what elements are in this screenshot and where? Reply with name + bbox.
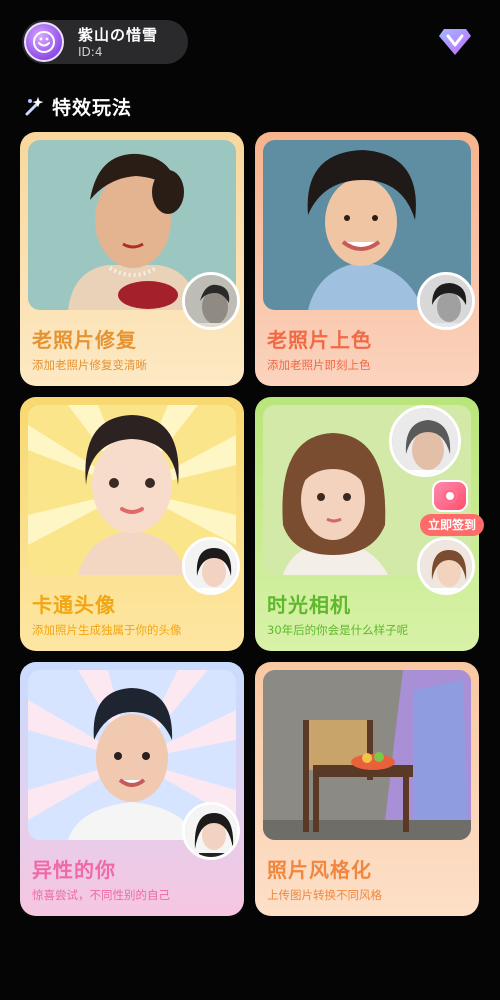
card-photo-stylize[interactable]: 照片风格化 上传图片转换不同风格 bbox=[255, 662, 479, 916]
checkin-label: 立即签到 bbox=[420, 514, 484, 536]
camera-icon bbox=[432, 480, 468, 512]
card-title: 老照片修复 bbox=[32, 328, 137, 352]
card-description: 添加老照片修复变清晰 bbox=[32, 358, 147, 372]
card-title: 照片风格化 bbox=[267, 858, 372, 882]
source-thumbnail bbox=[417, 537, 475, 595]
checkin-button[interactable]: 立即签到 bbox=[420, 480, 484, 540]
magic-wand-icon bbox=[25, 97, 44, 116]
user-profile-pill[interactable]: 紫山の惜雪 ID:4 bbox=[22, 20, 188, 64]
diamond-v-icon[interactable] bbox=[438, 25, 472, 57]
card-title: 时光相机 bbox=[267, 593, 351, 617]
aged-result-thumbnail bbox=[389, 405, 461, 477]
card-cartoon-avatar[interactable]: 卡通头像 添加照片生成独属于你的头像 bbox=[20, 397, 244, 651]
source-thumbnail bbox=[182, 802, 240, 860]
avatar[interactable] bbox=[24, 22, 64, 62]
card-description: 30年后的你会是什么样子呢 bbox=[267, 623, 409, 637]
card-opposite-gender[interactable]: 异性的你 惊喜尝试，不同性别的自己 bbox=[20, 662, 244, 916]
card-image bbox=[263, 670, 471, 840]
card-old-photo-restore[interactable]: 老照片修复 添加老照片修复变清晰 bbox=[20, 132, 244, 386]
card-description: 添加照片生成独属于你的头像 bbox=[32, 623, 182, 637]
smile-face-icon bbox=[33, 31, 55, 53]
card-old-photo-colorize[interactable]: 老照片上色 添加老照片即刻上色 bbox=[255, 132, 479, 386]
card-title: 老照片上色 bbox=[267, 328, 372, 352]
card-description: 上传图片转换不同风格 bbox=[267, 888, 382, 902]
card-description: 添加老照片即刻上色 bbox=[267, 358, 371, 372]
card-description: 惊喜尝试，不同性别的自己 bbox=[32, 888, 170, 902]
before-thumbnail bbox=[182, 272, 240, 330]
card-title: 异性的你 bbox=[32, 858, 116, 882]
source-thumbnail bbox=[182, 537, 240, 595]
card-title: 卡通头像 bbox=[32, 593, 116, 617]
before-thumbnail bbox=[417, 272, 475, 330]
section-title-text: 特效玩法 bbox=[52, 97, 133, 119]
user-id: ID:4 bbox=[78, 45, 103, 59]
user-name: 紫山の惜雪 bbox=[78, 26, 159, 44]
